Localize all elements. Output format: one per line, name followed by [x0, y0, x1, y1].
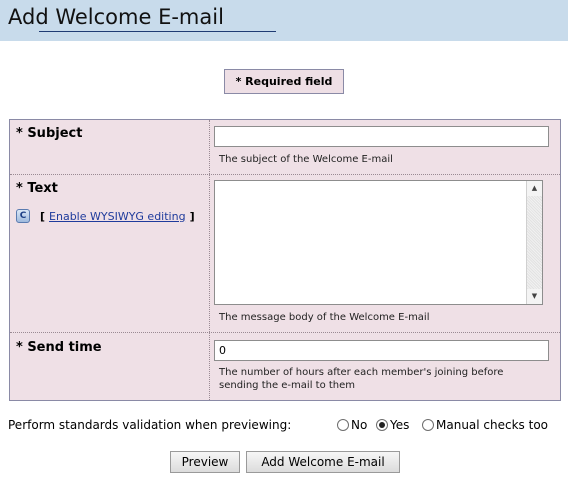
- radio-option-yes[interactable]: Yes: [376, 418, 409, 432]
- radio-yes[interactable]: [376, 419, 388, 431]
- scroll-down-icon[interactable]: ▼: [527, 289, 542, 304]
- required-field-notice: * Required field: [224, 69, 344, 94]
- subject-label: * Subject: [16, 126, 83, 141]
- send-time-help-line1: The number of hours after each member's …: [219, 367, 504, 378]
- radio-option-no[interactable]: No: [337, 418, 367, 432]
- text-textarea[interactable]: ▲ ▼: [214, 180, 543, 305]
- radio-manual-label: Manual checks too: [436, 418, 549, 432]
- wysiwyg-icon[interactable]: C: [16, 209, 30, 223]
- row-divider: [10, 174, 560, 175]
- page-title: Add Welcome E-mail: [8, 5, 224, 29]
- add-welcome-email-button[interactable]: Add Welcome E-mail: [246, 451, 400, 473]
- subject-help-text: The subject of the Welcome E-mail: [219, 154, 393, 165]
- wysiwyg-toggle: C [ Enable WYSIWYG editing ]: [16, 209, 199, 223]
- validation-label: Perform standards validation when previe…: [8, 418, 292, 432]
- radio-option-manual[interactable]: Manual checks too: [422, 418, 548, 432]
- welcome-email-form: * Subject The subject of the Welcome E-m…: [9, 119, 561, 401]
- title-underline: [39, 31, 276, 32]
- radio-yes-label: Yes: [390, 418, 410, 432]
- validation-options: Perform standards validation when previe…: [8, 418, 564, 434]
- radio-no[interactable]: [337, 419, 349, 431]
- preview-button[interactable]: Preview: [170, 451, 240, 473]
- page-header: Add Welcome E-mail: [0, 0, 568, 41]
- subject-input[interactable]: [214, 126, 549, 147]
- scroll-up-icon[interactable]: ▲: [527, 181, 542, 196]
- radio-manual[interactable]: [422, 419, 434, 431]
- text-label: * Text: [16, 181, 58, 196]
- row-divider: [10, 332, 560, 333]
- send-time-help-line2: sending the e-mail to them: [219, 380, 356, 391]
- enable-wysiwyg-link[interactable]: Enable WYSIWYG editing: [49, 210, 186, 223]
- column-divider: [209, 120, 210, 400]
- send-time-input[interactable]: [214, 340, 549, 361]
- text-help-text: The message body of the Welcome E-mail: [219, 312, 430, 323]
- textarea-scrollbar[interactable]: ▲ ▼: [526, 181, 542, 304]
- wysiwyg-open-bracket: [: [40, 209, 46, 223]
- radio-no-label: No: [351, 418, 368, 432]
- send-time-label: * Send time: [16, 340, 102, 355]
- wysiwyg-close-bracket: ]: [189, 209, 195, 223]
